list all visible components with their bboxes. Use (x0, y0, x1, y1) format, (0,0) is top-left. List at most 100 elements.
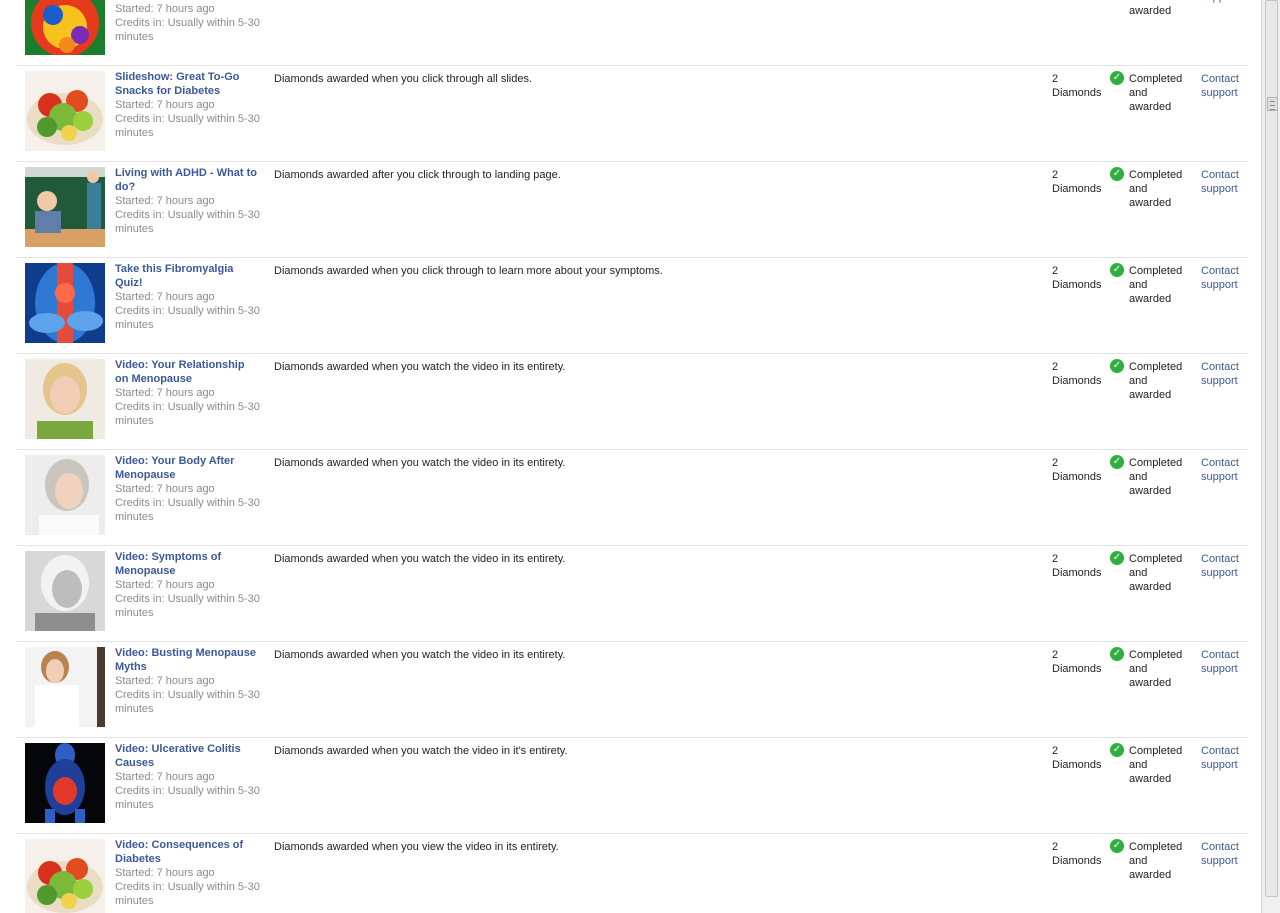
check-circle-icon: ✓ (1110, 71, 1124, 85)
offer-info: Living with ADHD - What to do? Started: … (115, 166, 260, 236)
offer-started-time: Started: 7 hours ago (115, 99, 215, 111)
spine-xray-thumbnail[interactable] (25, 263, 105, 343)
offer-title-link[interactable]: Take this Fibromyalgia Quiz! (115, 262, 260, 290)
offer-credits-timing: Credits in: Usually within 5-30 minutes (115, 209, 260, 235)
offer-row: Take this Fibromyalgia Quiz! Started: 7 … (16, 258, 1248, 354)
offer-info: Take this Fibromyalgia Quiz! Started: 7 … (115, 262, 260, 332)
check-circle-icon: ✓ (1110, 839, 1124, 853)
offer-description: Diamonds awarded when you view the video… (274, 841, 559, 853)
check-circle-icon: ✓ (1110, 551, 1124, 565)
salad-thumbnail[interactable] (25, 839, 105, 913)
offer-action: Contact support (1201, 168, 1245, 196)
offer-status-text: Completed and awarded (1129, 361, 1183, 401)
offer-title-link[interactable]: Video: Symptoms of Menopause (115, 550, 260, 578)
offer-description: Diamonds awarded when you watch the vide… (274, 649, 566, 661)
contact-support-link[interactable]: Contact support (1201, 457, 1239, 483)
offer-row: Video: Your Body After Menopause Started… (16, 450, 1248, 546)
offer-row: Video: Symptoms of Menopause Started: 7 … (16, 546, 1248, 642)
offer-title-link[interactable]: Slideshow: Great To-Go Snacks for Diabet… (115, 70, 260, 98)
offer-status: ✓ Completed and awarded (1110, 263, 1190, 308)
offer-credits-timing: Credits in: Usually within 5-30 minutes (115, 401, 260, 427)
offer-started-time: Started: 7 hours ago (115, 867, 215, 879)
offer-reward: 2 Diamonds (1052, 745, 1102, 771)
contact-support-link[interactable]: Contact support (1201, 841, 1239, 867)
offer-status-text: Completed and awarded (1129, 265, 1183, 305)
offer-action: Contact support (1201, 72, 1245, 100)
contact-support-link[interactable]: Contact support (1201, 0, 1239, 3)
offer-row: Video: Your Relationship on Menopause St… (16, 354, 1248, 450)
offer-status-text: Completed and awarded (1129, 169, 1183, 209)
offer-row: Slideshow: Great To-Go Snacks for Diabet… (16, 66, 1248, 162)
scrollbar-thumb[interactable] (1265, 0, 1278, 897)
offer-title-link[interactable]: Video: Busting Menopause Myths (115, 646, 260, 674)
offer-status-text: Completed and awarded (1129, 841, 1183, 881)
offer-status-text: Completed and awarded (1129, 553, 1183, 593)
offer-title-link[interactable]: Video: Ulcerative Colitis Causes (115, 742, 260, 770)
scrollbar-grip-icon (1267, 97, 1278, 111)
offer-description: Diamonds awarded when you watch the vide… (274, 553, 566, 565)
offer-info: Video: Symptoms of Menopause Started: 7 … (115, 550, 260, 620)
offer-title-link[interactable]: Living with ADHD - What to do? (115, 166, 260, 194)
offer-reward: 2 Diamonds (1052, 73, 1102, 99)
vertical-scrollbar[interactable] (1261, 0, 1280, 913)
offer-status-text: Completed and awarded (1129, 745, 1183, 785)
contact-support-link[interactable]: Contact support (1201, 745, 1239, 771)
offer-started-time: Started: 7 hours ago (115, 675, 215, 687)
offer-status-text: Completed and awarded (1129, 649, 1183, 689)
offer-action: Contact support (1201, 840, 1245, 868)
offer-action: Contact support (1201, 744, 1245, 772)
woman-bw-portrait-thumbnail[interactable] (25, 551, 105, 631)
offer-started-time: Started: 7 hours ago (115, 579, 215, 591)
offer-started-time: Started: 7 hours ago (115, 291, 215, 303)
offer-credits-timing: Credits in: Usually within 5-30 minutes (115, 881, 260, 907)
contact-support-link[interactable]: Contact support (1201, 265, 1239, 291)
offer-info: Slideshow: Great To-Go Snacks for Diabet… (115, 70, 260, 140)
contact-support-link[interactable]: Contact support (1201, 361, 1239, 387)
contact-support-link[interactable]: Contact support (1201, 73, 1239, 99)
offer-started-time: Started: 7 hours ago (115, 771, 215, 783)
offer-credits-timing: Credits in: Usually within 5-30 minutes (115, 17, 260, 43)
contact-support-link[interactable]: Contact support (1201, 649, 1239, 675)
offer-action: Contact support (1201, 648, 1245, 676)
offer-status-text: Completed and awarded (1129, 73, 1183, 113)
offer-action: Contact support (1201, 0, 1245, 4)
colorful-abstract-thumbnail[interactable] (25, 0, 105, 55)
offer-info: Video: Busting Menopause Myths Started: … (115, 646, 260, 716)
offer-reward: 2 Diamonds (1052, 457, 1102, 483)
offer-status-text: Completed and awarded (1129, 457, 1183, 497)
contact-support-link[interactable]: Contact support (1201, 553, 1239, 579)
anatomy-xray-thumbnail[interactable] (25, 743, 105, 823)
offer-started-time: Started: 7 hours ago (115, 3, 215, 15)
offer-info: Video: Your Relationship on Menopause St… (115, 358, 260, 428)
offer-info: Slideshow: Great To-Go Snacks for Diabet… (115, 0, 260, 44)
offer-status: ✓ Completed and awarded (1110, 551, 1190, 596)
check-circle-icon: ✓ (1110, 647, 1124, 661)
offer-reward: 2 Diamonds (1052, 841, 1102, 867)
check-circle-icon: ✓ (1110, 455, 1124, 469)
offer-credits-timing: Credits in: Usually within 5-30 minutes (115, 593, 260, 619)
offer-description: Diamonds awarded when you watch the vide… (274, 745, 568, 757)
woman-white-shirt-thumbnail[interactable] (25, 647, 105, 727)
offer-row: Living with ADHD - What to do? Started: … (16, 162, 1248, 258)
offer-credits-timing: Credits in: Usually within 5-30 minutes (115, 497, 260, 523)
offer-action: Contact support (1201, 360, 1245, 388)
offer-credits-timing: Credits in: Usually within 5-30 minutes (115, 785, 260, 811)
woman-gray-hair-thumbnail[interactable] (25, 455, 105, 535)
classroom-child-thumbnail[interactable] (25, 167, 105, 247)
offer-description: Diamonds awarded after you click through… (274, 169, 561, 181)
offer-title-link[interactable]: Video: Your Body After Menopause (115, 454, 260, 482)
offer-reward: 2 Diamonds (1052, 265, 1102, 291)
woman-portrait-thumbnail[interactable] (25, 359, 105, 439)
offer-description: Diamonds awarded when you watch the vide… (274, 361, 566, 373)
offer-reward: 2 Diamonds (1052, 649, 1102, 675)
offer-title-link[interactable]: Video: Consequences of Diabetes (115, 838, 260, 866)
contact-support-link[interactable]: Contact support (1201, 169, 1239, 195)
offer-title-link[interactable]: Video: Your Relationship on Menopause (115, 358, 260, 386)
salad-thumbnail[interactable] (25, 71, 105, 151)
offer-action: Contact support (1201, 264, 1245, 292)
offer-reward: 2 Diamonds (1052, 553, 1102, 579)
offer-status: ✓ Completed and awarded (1110, 839, 1190, 884)
offer-status-text: Completed and awarded (1129, 0, 1172, 17)
offer-status: ✓ Completed and awarded (1110, 359, 1190, 404)
offer-status: ✓ Completed and awarded (1110, 71, 1190, 116)
